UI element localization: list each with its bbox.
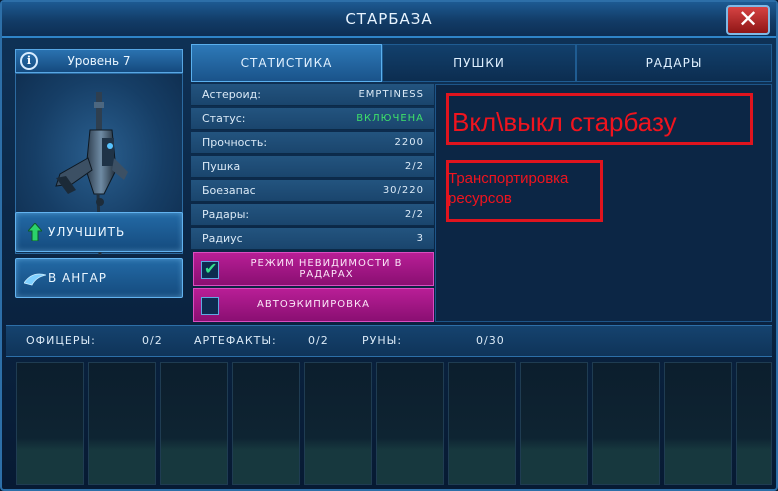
runes-label: РУНЫ: bbox=[362, 334, 403, 347]
equipment-slot[interactable] bbox=[376, 362, 444, 485]
resources-bar: ОФИЦЕРЫ: 0/2 АРТЕФАКТЫ: 0/2 РУНЫ: 0/30 bbox=[6, 325, 772, 357]
equipment-slot[interactable] bbox=[592, 362, 660, 485]
stat-row-radius: Радиус 3 bbox=[191, 228, 434, 250]
stat-value: 30/220 bbox=[382, 185, 424, 196]
equipment-slot[interactable] bbox=[88, 362, 156, 485]
auto-equip-toggle[interactable]: АВТОЭКИПИРОВКА bbox=[193, 288, 434, 322]
auto-equip-label: АВТОЭКИПИРОВКА bbox=[257, 299, 370, 310]
annotation-transport-line1: Транспортировка bbox=[448, 170, 569, 187]
stat-row-asteroid: Астероид: EMPTINESS bbox=[191, 84, 434, 106]
equipment-slot[interactable] bbox=[232, 362, 300, 485]
stat-key: Радиус bbox=[202, 232, 243, 245]
equipment-slot[interactable] bbox=[160, 362, 228, 485]
runes-value: 0/30 bbox=[476, 334, 505, 347]
stat-value: 2/2 bbox=[404, 209, 424, 220]
stat-key: Статус: bbox=[202, 112, 246, 125]
close-icon: ✕ bbox=[737, 5, 759, 33]
stat-row-gun: Пушка 2/2 bbox=[191, 156, 434, 178]
starbase-window: СТАРБАЗА ✕ i Уровень 7 УЛУЧШИТЬ В АНГАР … bbox=[0, 0, 778, 491]
stat-value: EMPTINESS bbox=[358, 89, 424, 100]
officers-label: ОФИЦЕРЫ: bbox=[26, 334, 96, 347]
stat-key: Радары: bbox=[202, 208, 250, 221]
tab-statistics[interactable]: СТАТИСТИКА bbox=[191, 44, 382, 82]
annotation-transport-line2: ресурсов bbox=[448, 190, 512, 207]
officers-value: 0/2 bbox=[142, 334, 163, 347]
stat-key: Прочность: bbox=[202, 136, 268, 149]
hangar-button[interactable]: В АНГАР bbox=[15, 258, 183, 298]
stat-key: Пушка bbox=[202, 160, 241, 173]
artifacts-label: АРТЕФАКТЫ: bbox=[194, 334, 277, 347]
annotation-transport-text: Транспортировка ресурсов bbox=[448, 169, 568, 209]
equipment-slots bbox=[16, 362, 772, 487]
equipment-slot[interactable] bbox=[736, 362, 772, 485]
upgrade-arrow-icon bbox=[28, 223, 42, 241]
level-bar: i Уровень 7 bbox=[15, 49, 183, 73]
stealth-label: РЕЖИМ НЕВИДИМОСТИ В РАДАРАХ bbox=[224, 258, 429, 280]
stat-value: 3 bbox=[416, 233, 424, 244]
equipment-slot[interactable] bbox=[664, 362, 732, 485]
tab-guns[interactable]: ПУШКИ bbox=[382, 44, 576, 82]
stat-key: Астероид: bbox=[202, 88, 261, 101]
hangar-label: В АНГАР bbox=[48, 271, 108, 285]
equipment-slot[interactable] bbox=[448, 362, 516, 485]
upgrade-label: УЛУЧШИТЬ bbox=[48, 225, 126, 239]
tab-radars[interactable]: РАДАРЫ bbox=[576, 44, 772, 82]
equipment-slot[interactable] bbox=[520, 362, 588, 485]
stat-key: Боезапас bbox=[202, 184, 256, 197]
equipment-slot[interactable] bbox=[304, 362, 372, 485]
stat-value: 2/2 bbox=[404, 161, 424, 172]
equipment-slot[interactable] bbox=[16, 362, 84, 485]
stealth-checkbox[interactable]: ✔ bbox=[201, 259, 219, 279]
close-button[interactable]: ✕ bbox=[726, 5, 770, 35]
info-pane: Вкл\выкл старбазу Транспортировка ресурс… bbox=[435, 84, 772, 322]
level-label: Уровень 7 bbox=[67, 54, 131, 68]
tab-bar: СТАТИСТИКА ПУШКИ РАДАРЫ bbox=[191, 44, 772, 82]
stealth-label-line2: РАДАРАХ bbox=[299, 269, 354, 280]
status-value: ВКЛЮЧЕНА bbox=[356, 113, 424, 124]
checkmark-icon: ✔ bbox=[204, 259, 219, 278]
stat-row-ammo: Боезапас 30/220 bbox=[191, 180, 434, 202]
stealth-label-line1: РЕЖИМ НЕВИДИМОСТИ В bbox=[250, 258, 403, 269]
stat-row-radars: Радары: 2/2 bbox=[191, 204, 434, 226]
hangar-ship-icon bbox=[24, 273, 46, 286]
stat-row-status: Статус: ВКЛЮЧЕНА bbox=[191, 108, 434, 130]
auto-equip-checkbox[interactable] bbox=[201, 297, 219, 315]
stealth-mode-toggle[interactable]: ✔ РЕЖИМ НЕВИДИМОСТИ В РАДАРАХ bbox=[193, 252, 434, 286]
stat-value: 2200 bbox=[394, 137, 424, 148]
artifacts-value: 0/2 bbox=[308, 334, 329, 347]
annotation-toggle-text: Вкл\выкл старбазу bbox=[452, 107, 677, 137]
upgrade-button[interactable]: УЛУЧШИТЬ bbox=[15, 212, 183, 252]
window-title: СТАРБАЗА bbox=[345, 10, 433, 28]
info-icon[interactable]: i bbox=[20, 52, 38, 70]
title-bar: СТАРБАЗА ✕ bbox=[2, 2, 776, 38]
stat-row-durability: Прочность: 2200 bbox=[191, 132, 434, 154]
